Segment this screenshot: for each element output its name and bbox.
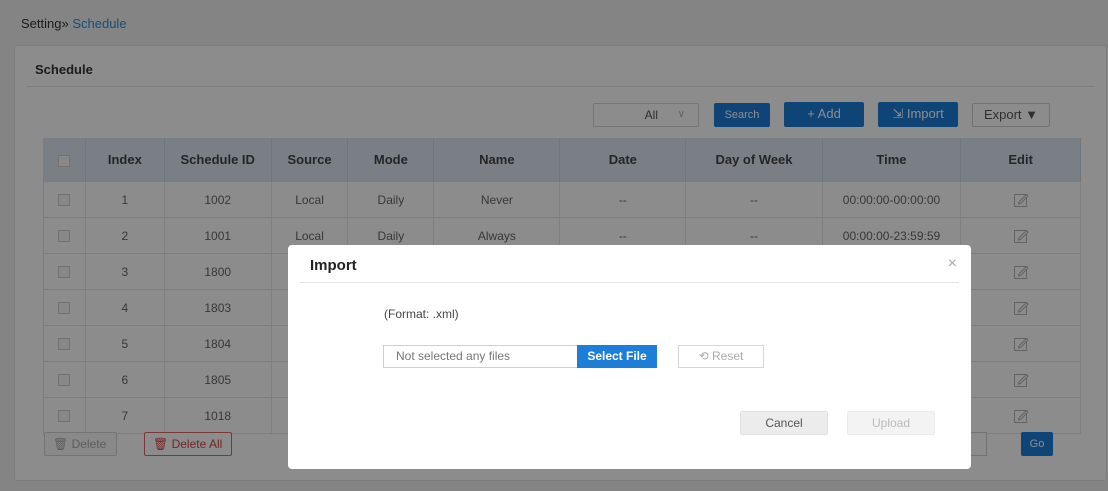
file-path-field[interactable]: Not selected any files <box>383 345 578 368</box>
upload-button[interactable]: Upload <box>847 411 935 435</box>
format-hint: (Format: .xml) <box>384 307 459 321</box>
cancel-button[interactable]: Cancel <box>740 411 828 435</box>
reset-icon: ⟲ <box>698 349 709 363</box>
close-icon[interactable]: × <box>948 255 957 273</box>
reset-button[interactable]: ⟲ Reset <box>678 345 764 368</box>
dialog-divider <box>300 282 959 283</box>
reset-button-label: Reset <box>712 349 744 363</box>
select-file-button[interactable]: Select File <box>577 345 657 368</box>
dialog-title: Import <box>310 257 357 274</box>
import-dialog: Import × (Format: .xml) Not selected any… <box>288 245 971 469</box>
